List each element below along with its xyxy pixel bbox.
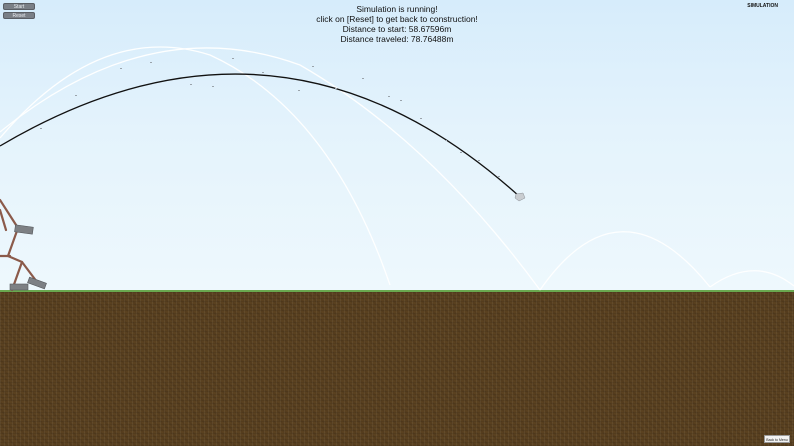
game-scene: Start Reset Simulation is running! click… <box>0 0 794 446</box>
projectile-path <box>0 73 521 198</box>
back-to-menu-button[interactable]: Back to Menu <box>764 435 790 443</box>
mode-label: SIMULATION <box>747 3 778 9</box>
projectile-icon <box>514 192 526 202</box>
bounce-trail-3 <box>539 231 711 291</box>
status-running-text: Simulation is running! <box>356 4 438 14</box>
status-reset-hint: click on [Reset] to get back to construc… <box>316 14 478 24</box>
distance-traveled: Distance traveled: 78.76488m <box>340 34 454 44</box>
distance-to-start: Distance to start: 58.67596m <box>342 24 452 34</box>
bounce-trail-1 <box>0 46 391 286</box>
simulation-status: Simulation is running! click on [Reset] … <box>0 4 794 44</box>
catapult-icon <box>0 198 42 292</box>
bounce-trail-2 <box>0 47 541 291</box>
bounce-trail-4 <box>709 270 794 288</box>
trajectory-layer <box>0 46 794 292</box>
